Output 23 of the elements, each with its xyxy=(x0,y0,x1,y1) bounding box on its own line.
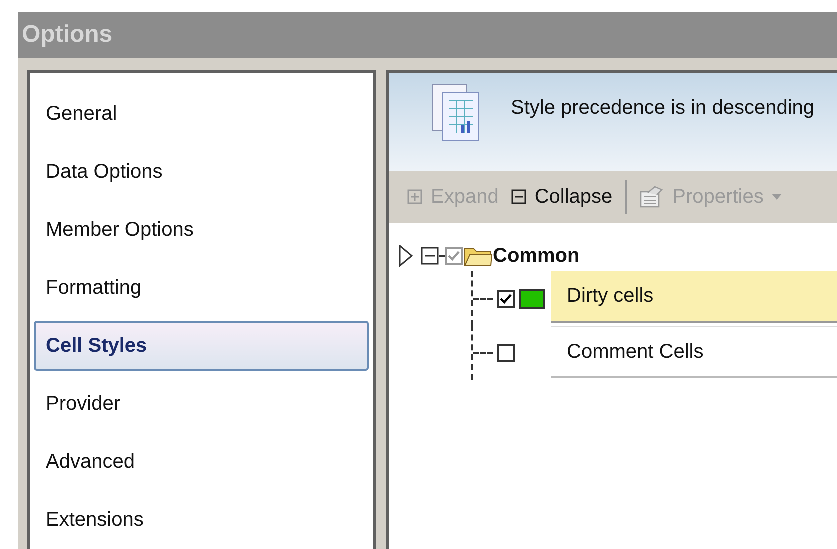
checkbox[interactable] xyxy=(497,290,515,308)
sidebar-item[interactable]: Extensions xyxy=(34,495,369,545)
dropdown-caret-icon xyxy=(772,194,782,200)
tree-toggle-icon[interactable] xyxy=(421,247,439,265)
properties-icon xyxy=(638,185,665,209)
checkbox[interactable] xyxy=(497,344,515,362)
sidebar-item[interactable]: Advanced xyxy=(34,437,369,487)
sidebar-item[interactable]: Formatting xyxy=(34,263,369,313)
checkbox[interactable] xyxy=(445,247,463,265)
expand-icon xyxy=(407,189,423,205)
tree-item[interactable]: Dirty cells xyxy=(551,271,837,323)
window-title: Options xyxy=(22,20,113,50)
tree-node-label[interactable]: Common xyxy=(493,241,580,271)
sidebar-item[interactable]: Cell Styles xyxy=(34,321,369,371)
expand-arrow-icon[interactable] xyxy=(399,245,413,267)
sidebar-item[interactable]: Provider xyxy=(34,379,369,429)
toolbar-button[interactable]: Collapse xyxy=(510,182,613,212)
tree-item[interactable]: Comment Cells xyxy=(551,326,837,378)
sidebar-item[interactable]: General xyxy=(34,89,369,139)
header-text: Style precedence is in descending xyxy=(511,96,815,121)
collapse-icon xyxy=(510,189,527,205)
sidebar-item[interactable]: Data Options xyxy=(34,147,369,197)
sidebar-item[interactable]: Member Options xyxy=(34,205,369,255)
